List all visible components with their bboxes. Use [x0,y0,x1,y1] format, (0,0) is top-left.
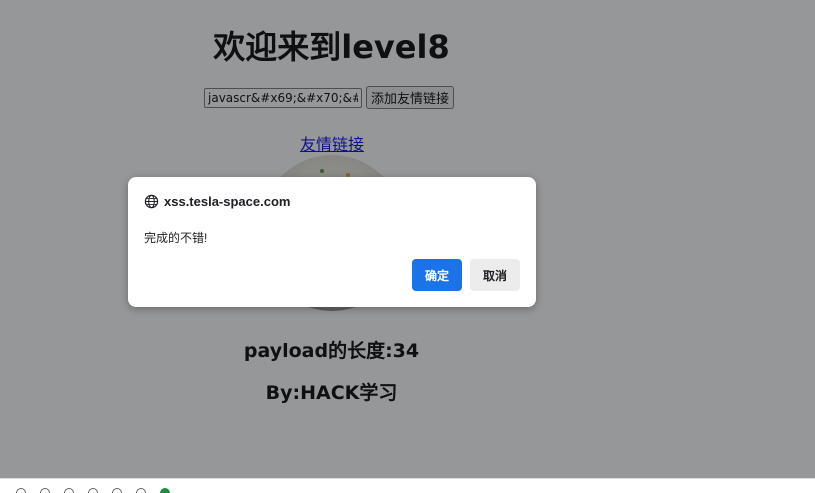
bookmark-icon [16,488,26,493]
dialog-origin: xss.tesla-space.com [144,194,290,209]
dialog-origin-text: xss.tesla-space.com [164,194,291,209]
bookmark-icon [136,488,146,493]
cancel-button[interactable]: 取消 [470,259,520,291]
bookmark-item[interactable] [160,488,170,493]
bookmark-item[interactable] [112,488,122,493]
bookmark-item[interactable] [136,488,146,493]
bookmark-item[interactable] [16,488,26,493]
ok-button[interactable]: 确定 [412,259,462,291]
bookmark-icon [64,488,74,493]
bookmark-item[interactable] [40,488,50,493]
bookmark-item[interactable] [88,488,98,493]
bookmark-item[interactable] [64,488,74,493]
dialog-message: 完成的不错! [144,231,208,245]
globe-icon [144,194,159,209]
bookmark-icon [88,488,98,493]
alert-dialog: xss.tesla-space.com 完成的不错! 确定 取消 [128,177,536,307]
bookmark-icon [112,488,122,493]
bookmark-icon [40,488,50,493]
bookmarks-bar [0,478,815,493]
bookmark-icon [160,488,170,493]
